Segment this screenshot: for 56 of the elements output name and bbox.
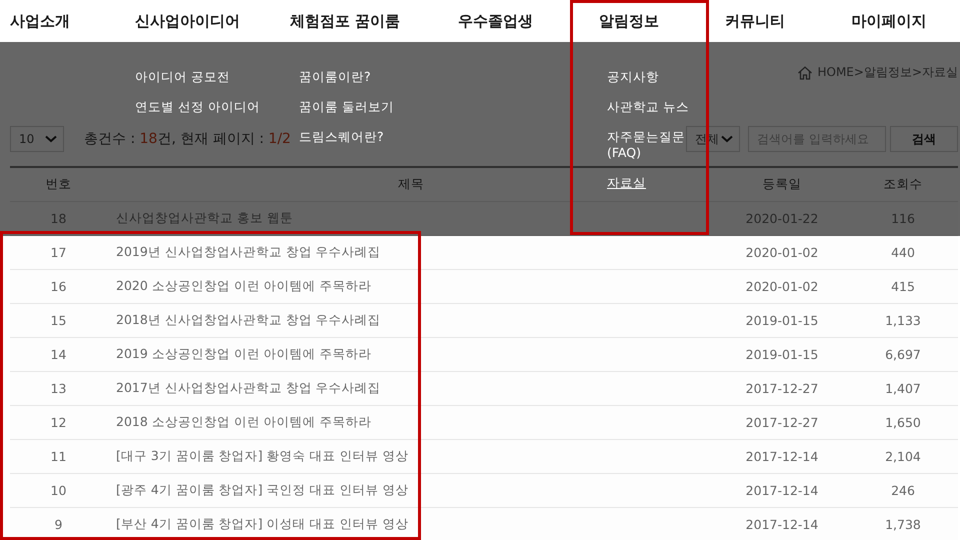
table-cell: 2017-12-27 (716, 372, 848, 406)
table-cell: 10 (10, 474, 107, 508)
post-title-link[interactable]: 2018년 신사업창업사관학교 창업 우수사례집 (107, 304, 716, 338)
post-title-link[interactable]: [광주 4기 꿈이룸 창업자] 국인정 대표 인터뷰 영상 (107, 474, 716, 508)
nav-menu-item[interactable]: 체험점포 꿈이룸 (265, 12, 425, 30)
nav-menu-item[interactable]: 신사업아이디어 (110, 12, 265, 30)
page-size-select[interactable]: 10 (10, 126, 64, 152)
summary-text: 총건수 : 18건, 현재 페이지 : 1/2 (84, 130, 291, 148)
post-title-link[interactable]: 2017년 신사업창업사관학교 창업 우수사례집 (107, 372, 716, 406)
table-cell: 2020-01-02 (716, 270, 848, 304)
table-cell: 1,650 (848, 406, 958, 440)
table-cell: 1,407 (848, 372, 958, 406)
table-cell: 116 (848, 202, 958, 236)
nav-menu-item[interactable]: 커뮤니티 (692, 12, 818, 30)
table-cell: 12 (10, 406, 107, 440)
post-title-link[interactable]: 2019년 신사업창업사관학교 창업 우수사례집 (107, 236, 716, 270)
table-cell: 17 (10, 236, 107, 270)
submenu-item[interactable]: 꿈이룸 둘러보기 (299, 92, 394, 122)
submenu-item[interactable]: 공지사항 (607, 62, 659, 92)
table-cell: 2017-12-14 (716, 474, 848, 508)
table-cell: 246 (848, 474, 958, 508)
nav-menu-item[interactable]: 마이페이지 (818, 12, 960, 30)
submenu-item[interactable]: 연도별 선정 아이디어 (135, 92, 260, 122)
table-cell: 2019-01-15 (716, 304, 848, 338)
breadcrumb: HOME>알림정보>자료실 (817, 64, 958, 81)
table-cell: 15 (10, 304, 107, 338)
home-icon (797, 66, 814, 80)
submenu-item[interactable]: 자료실 (607, 168, 646, 198)
table-cell: 2017-12-14 (716, 440, 848, 474)
table-cell: 2020-01-22 (716, 202, 848, 236)
nav-menu-item[interactable]: 사업소개 (0, 12, 110, 30)
table-cell: 14 (10, 338, 107, 372)
table-cell: 2019-01-15 (716, 338, 848, 372)
table-cell: 440 (848, 236, 958, 270)
table-cell: 2,104 (848, 440, 958, 474)
table-cell: 2017-12-27 (716, 406, 848, 440)
nav-menu-item[interactable]: 알림정보 (566, 12, 692, 30)
table-cell: 6,697 (848, 338, 958, 372)
post-title-link[interactable]: [대구 3기 꿈이룸 창업자] 황영숙 대표 인터뷰 영상 (107, 440, 716, 474)
table-cell: 13 (10, 372, 107, 406)
nav-menu-item[interactable]: 우수졸업생 (425, 12, 566, 30)
submenu-item[interactable]: 사관학교 뉴스 (607, 92, 689, 122)
submenu-item[interactable]: 드림스퀘어란? (299, 122, 384, 152)
search-button[interactable]: 검색 (890, 126, 958, 152)
submenu-item[interactable]: 아이디어 공모전 (135, 62, 230, 92)
post-title-link[interactable]: 2020 소상공인창업 이런 아이템에 주목하라 (107, 270, 716, 304)
table-cell: 16 (10, 270, 107, 304)
chevron-down-icon (45, 135, 57, 143)
table-cell: 415 (848, 270, 958, 304)
chevron-down-icon (721, 135, 733, 143)
post-title-link[interactable]: 2019 소상공인창업 이런 아이템에 주목하라 (107, 338, 716, 372)
table-cell: 1,133 (848, 304, 958, 338)
submenu-item[interactable]: 꿈이룸이란? (299, 62, 371, 92)
table-cell: 11 (10, 440, 107, 474)
table-cell: 2020-01-02 (716, 236, 848, 270)
post-title-link[interactable]: 2018 소상공인창업 이런 아이템에 주목하라 (107, 406, 716, 440)
